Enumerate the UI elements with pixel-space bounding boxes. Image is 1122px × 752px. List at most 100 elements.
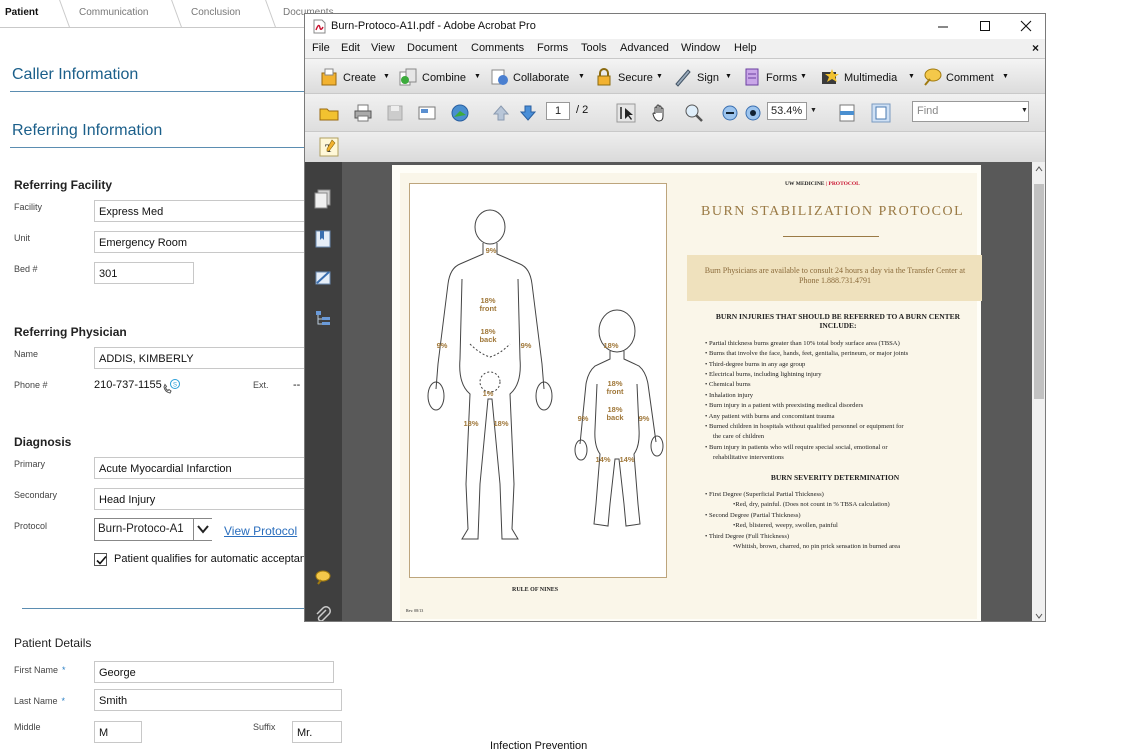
page-number-input[interactable]: 1 (546, 102, 570, 120)
acrobat-titlebar[interactable]: Burn-Protoco-A1I.pdf - Adobe Acrobat Pro (305, 14, 1045, 39)
arrow-down-icon[interactable] (518, 103, 538, 123)
menu-comments[interactable]: Comments (471, 42, 524, 54)
document-close-icon[interactable]: × (1032, 41, 1039, 55)
first-name-field[interactable]: George (94, 661, 334, 683)
maximize-icon[interactable] (977, 18, 993, 34)
email-icon[interactable] (417, 103, 437, 123)
adult-right-leg-percent: 18% (493, 419, 509, 428)
multimedia-icon (822, 69, 839, 84)
pdf-severity-item: •Red, blistered, weepy, swollen, painful (733, 522, 838, 529)
fit-width-icon[interactable] (837, 103, 857, 123)
view-protocol-link[interactable]: View Protocol (224, 524, 297, 538)
arrow-up-icon[interactable] (491, 103, 511, 123)
scroll-down-icon (1035, 613, 1043, 619)
suffix-field[interactable]: Mr. (292, 721, 342, 743)
minimize-icon[interactable] (935, 18, 951, 34)
menu-file[interactable]: File (312, 42, 330, 54)
child-right-arm-percent: 9% (638, 414, 650, 423)
globe-icon[interactable] (450, 103, 470, 123)
find-input[interactable]: Find (912, 101, 1029, 122)
signatures-panel-icon[interactable] (314, 268, 332, 288)
typewriter-icon[interactable]: T (319, 137, 339, 157)
menu-view[interactable]: View (371, 42, 395, 54)
chevron-down-icon: ▼ (800, 73, 807, 80)
secure-button[interactable]: Secure ▼ (594, 67, 664, 87)
pdf-referral-item: the care of children (713, 433, 765, 440)
scroll-up-icon (1035, 166, 1043, 172)
last-name-field[interactable]: Smith (94, 689, 342, 711)
tab-communication[interactable]: Communication (79, 0, 148, 27)
close-icon[interactable] (1018, 18, 1034, 34)
adult-front-percent: 18% front (479, 296, 497, 313)
scrollbar-thumb[interactable] (1034, 184, 1044, 399)
auto-accept-checkbox[interactable] (94, 553, 107, 566)
pdf-referral-item: • Chemical burns (705, 381, 751, 388)
attachments-paperclip-icon[interactable] (314, 605, 332, 622)
open-folder-icon[interactable] (319, 103, 339, 123)
adult-head-percent: 9% (485, 246, 497, 255)
comments-panel-icon[interactable] (314, 568, 332, 588)
rule-of-nines-caption: RULE OF NINES (512, 587, 559, 593)
child-front-percent: 18% front (606, 379, 624, 396)
diagnosis-title: Diagnosis (14, 435, 72, 449)
suffix-label: Suffix (253, 722, 276, 732)
layers-panel-icon[interactable] (314, 308, 332, 328)
physician-name-field[interactable]: ADDIS, KIMBERLY (94, 347, 309, 369)
forms-button[interactable]: Forms ▼ (742, 67, 812, 87)
menu-window[interactable]: Window (681, 42, 720, 54)
find-chevron-down-icon[interactable]: ▼ (1021, 107, 1028, 114)
child-back-percent: 18% back (606, 405, 624, 422)
chevron-down-icon: ▼ (383, 73, 390, 80)
comment-button[interactable]: Comment ▼ (922, 67, 1012, 87)
print-icon[interactable] (353, 103, 373, 123)
fit-page-icon[interactable] (871, 103, 891, 123)
phone-call-icon[interactable]: S (162, 378, 180, 394)
protocol-label: Protocol (14, 521, 48, 531)
chevron-down-icon: ▼ (578, 73, 585, 80)
tab-patient[interactable]: Patient (5, 0, 38, 27)
menu-bar: File Edit View Document Comments Forms T… (305, 39, 1045, 58)
tab-divider (171, 0, 182, 27)
multimedia-button[interactable]: Multimedia ▼ (820, 67, 915, 87)
required-mark: * (61, 696, 66, 706)
chevron-down-icon: ▼ (474, 73, 481, 80)
pdf-header-left: UW MEDICINE (785, 181, 825, 187)
pdf-referral-heading: BURN INJURIES THAT SHOULD BE REFERRED TO… (715, 312, 961, 330)
chevron-down-icon: ▼ (908, 73, 915, 80)
pdf-referral-item: • Inhalation injury (705, 392, 754, 399)
menu-help[interactable]: Help (734, 42, 757, 54)
tab-conclusion[interactable]: Conclusion (191, 0, 240, 27)
pdf-referral-item: • Electrical burns, including lightning … (705, 371, 822, 378)
pdf-revision: Rev. 08/13 (406, 608, 424, 613)
zoom-tool-icon[interactable] (684, 103, 704, 123)
facility-field[interactable]: Express Med (94, 200, 309, 222)
bookmarks-panel-icon[interactable] (314, 229, 332, 249)
secondary-diagnosis-field[interactable]: Head Injury (94, 488, 309, 510)
zoom-out-icon[interactable] (720, 103, 740, 123)
menu-edit[interactable]: Edit (341, 42, 360, 54)
unit-field[interactable]: Emergency Room (94, 231, 309, 253)
zoom-in-icon[interactable] (743, 103, 763, 123)
middle-name-field[interactable]: M (94, 721, 142, 743)
combine-button[interactable]: Combine ▼ (398, 67, 481, 87)
menu-advanced[interactable]: Advanced (620, 42, 669, 54)
menu-document[interactable]: Document (407, 42, 457, 54)
menu-tools[interactable]: Tools (581, 42, 607, 54)
collaborate-button[interactable]: Collaborate ▼ (489, 67, 585, 87)
pdf-title-rule (783, 236, 879, 237)
create-button[interactable]: Create ▼ (319, 67, 390, 87)
select-cursor-icon[interactable] (616, 103, 636, 123)
menu-forms[interactable]: Forms (537, 42, 568, 54)
protocol-select-chevron-down-icon[interactable] (193, 519, 212, 540)
pdf-severity-item: •Red, dry, painful. (Does not count in %… (733, 501, 890, 508)
typewriter-toolbar: T (305, 131, 1045, 162)
pages-panel-icon[interactable] (314, 189, 332, 209)
zoom-level-input[interactable]: 53.4% (767, 102, 807, 120)
zoom-chevron-down-icon[interactable]: ▼ (810, 107, 817, 114)
hand-tool-icon[interactable] (650, 103, 670, 123)
sign-button[interactable]: Sign ▼ (673, 67, 735, 87)
pen-icon (675, 69, 691, 87)
primary-diagnosis-field[interactable]: Acute Myocardial Infarction (94, 457, 309, 479)
save-icon[interactable] (385, 103, 405, 123)
bed-field[interactable]: 301 (94, 262, 194, 284)
